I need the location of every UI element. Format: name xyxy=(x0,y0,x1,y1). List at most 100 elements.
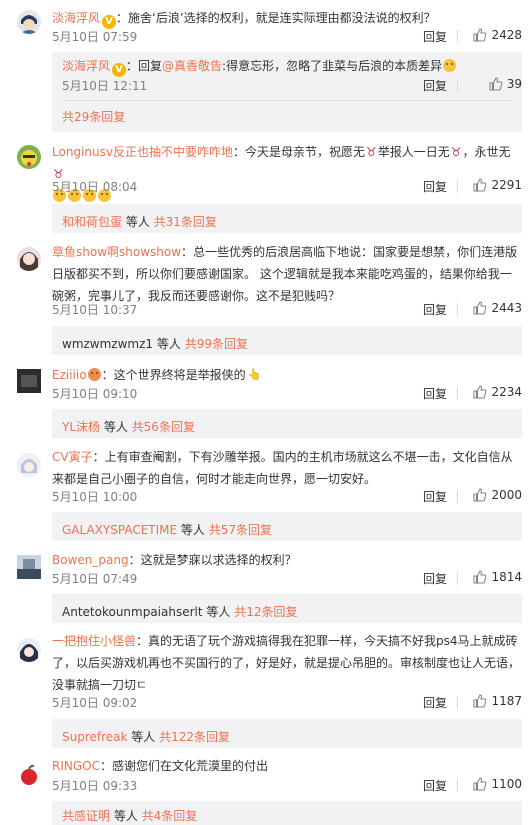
reply-user-link[interactable]: wmzwmzwmz1 xyxy=(62,337,153,351)
separator: ： xyxy=(99,759,112,773)
more-replies-box[interactable]: Suprefreak 等人 共122条回复 xyxy=(52,719,522,748)
reply-user-link[interactable]: Suprefreak xyxy=(62,730,127,744)
comment-date: 5月10日 10:00 xyxy=(52,490,138,504)
like-button[interactable]: 1187 xyxy=(473,694,522,708)
more-replies[interactable]: 共感证明 等人 共4条回复 xyxy=(62,807,197,824)
username-link[interactable]: RINGOC xyxy=(52,759,100,773)
reply-button[interactable]: 回复 xyxy=(423,694,447,711)
like-button[interactable]: 2234 xyxy=(473,385,522,399)
comment-date: 5月10日 09:10 xyxy=(52,387,138,401)
comment-date: 5月10日 10:37 xyxy=(52,303,138,317)
hand-icon: 👆 xyxy=(246,368,262,381)
sub-reply-meta: 5月10日 12:11 回复 39 xyxy=(62,77,522,95)
thumbs-up-icon xyxy=(473,301,487,315)
like-count: 2428 xyxy=(491,28,522,42)
like-button[interactable]: 1814 xyxy=(473,570,522,584)
comment-text: RINGOC：感谢您们在文化荒漠里的付出 xyxy=(52,755,522,777)
more-replies-link[interactable]: 共56条回复 xyxy=(132,420,195,434)
thumbs-up-icon xyxy=(473,694,487,708)
reply-prefix: ：回复 xyxy=(126,59,163,73)
divider xyxy=(457,387,458,400)
comment-text: 一把抱住小怪兽：真的无语了玩个游戏搞得我在犯罪一样，今天搞不好我ps4马上就成砖… xyxy=(52,630,522,696)
more-replies-box[interactable]: Antetokounmpaiahserlt 等人 共12条回复 xyxy=(52,594,522,623)
username-link[interactable]: 一把抱住小怪兽 xyxy=(52,634,136,648)
like-button[interactable]: 2428 xyxy=(473,28,522,42)
more-replies[interactable]: Antetokounmpaiahserlt 等人 共12条回复 xyxy=(62,603,298,620)
more-replies-link[interactable]: 共29条回复 xyxy=(62,110,125,124)
separator: ： xyxy=(128,553,141,567)
comment-body: 今天是母亲节，祝愿无 xyxy=(244,145,365,159)
separator: ： xyxy=(181,245,194,259)
comment-date: 5月10日 08:04 xyxy=(52,180,138,194)
username-link[interactable]: 章鱼show啊showshow xyxy=(52,245,181,259)
divider xyxy=(457,490,458,503)
more-replies-box[interactable]: 共感证明 等人 共4条回复 xyxy=(52,801,522,825)
comment-body-part: ，永世无 xyxy=(462,145,511,159)
reply-user-link[interactable]: 共感证明 xyxy=(62,809,110,823)
avatar[interactable] xyxy=(17,369,41,393)
reply-user-link[interactable]: 和和荷包蛋 xyxy=(62,215,122,229)
more-replies-link[interactable]: 共57条回复 xyxy=(209,523,272,537)
more-replies[interactable]: GALAXYSPACETIME 等人 共57条回复 xyxy=(62,521,272,538)
reply-user-link[interactable]: Antetokounmpaiahserlt xyxy=(62,605,203,619)
like-button[interactable]: 39 xyxy=(489,77,522,91)
more-replies-box[interactable]: GALAXYSPACETIME 等人 共57条回复 xyxy=(52,512,522,541)
more-replies-link[interactable]: 共122条回复 xyxy=(159,730,230,744)
more-replies-box[interactable]: 和和荷包蛋 等人 共31条回复 xyxy=(52,204,522,233)
comment-body: 上有审查阉割，下有沙雕举报。国内的主机市场就这么不堪一击，文化自信从来都是自己小… xyxy=(52,450,513,486)
more-replies[interactable]: YL沫杨 等人 共56条回复 xyxy=(62,418,195,435)
more-replies-link[interactable]: 共99条回复 xyxy=(185,337,248,351)
avatar[interactable] xyxy=(17,638,41,662)
reply-button[interactable]: 回复 xyxy=(423,488,447,505)
divider xyxy=(457,79,458,92)
avatar[interactable] xyxy=(17,145,41,169)
sub-reply-text: 淡海浮风 V ：回复@真香敬告:得意忘形，忽略了韭菜与后浪的本质差异 xyxy=(62,55,457,77)
like-count: 39 xyxy=(506,77,522,91)
reply-button[interactable]: 回复 xyxy=(423,777,447,794)
thumbs-up-icon xyxy=(473,777,487,791)
avatar[interactable] xyxy=(17,453,41,477)
more-replies-box[interactable]: YL沫杨 等人 共56条回复 xyxy=(52,409,522,438)
more-replies[interactable]: wmzwmzwmz1 等人 共99条回复 xyxy=(62,335,248,352)
ribbon-icon: ♉ xyxy=(450,145,462,159)
comment-text: CV寅子：上有审查阉割，下有沙雕举报。国内的主机市场就这么不堪一击，文化自信从来… xyxy=(52,446,522,490)
like-count: 1187 xyxy=(491,694,522,708)
username-link[interactable]: 淡海浮风 xyxy=(52,11,100,25)
comment-body: 这个世界终将是举报侠的 xyxy=(113,368,246,382)
more-replies-link[interactable]: 共12条回复 xyxy=(234,605,297,619)
avatar[interactable] xyxy=(17,555,41,579)
more-replies[interactable]: 共29条回复 xyxy=(62,108,125,125)
avatar[interactable] xyxy=(17,247,41,271)
divider xyxy=(457,696,458,709)
like-button[interactable]: 2000 xyxy=(473,488,522,502)
reply-button[interactable]: 回复 xyxy=(423,28,447,45)
reply-button[interactable]: 回复 xyxy=(423,77,447,94)
more-replies-link[interactable]: 共31条回复 xyxy=(154,215,217,229)
username-link[interactable]: 淡海浮风 xyxy=(62,59,110,73)
comment-meta: 5月10日 08:04 回复 2291 xyxy=(52,178,522,196)
reply-button[interactable]: 回复 xyxy=(423,301,447,318)
username-link[interactable]: Longinusv反正也抽不中要咋咋地 xyxy=(52,145,233,159)
reply-button[interactable]: 回复 xyxy=(423,178,447,195)
reply-button[interactable]: 回复 xyxy=(423,385,447,402)
more-label: 等人 xyxy=(153,337,185,351)
like-button[interactable]: 1100 xyxy=(473,777,522,791)
username-link[interactable]: Bowen_pang xyxy=(52,553,129,567)
more-replies[interactable]: Suprefreak 等人 共122条回复 xyxy=(62,728,230,745)
verified-badge-icon: V xyxy=(102,15,117,29)
reply-user-link[interactable]: YL沫杨 xyxy=(62,420,100,434)
reply-user-link[interactable]: GALAXYSPACETIME xyxy=(62,523,177,537)
like-button[interactable]: 2291 xyxy=(473,178,522,192)
mention-link[interactable]: @真香敬告 xyxy=(162,59,222,73)
more-replies[interactable]: 和和荷包蛋 等人 共31条回复 xyxy=(62,213,217,230)
verified-badge-icon: V xyxy=(112,63,127,77)
reply-button[interactable]: 回复 xyxy=(423,570,447,587)
avatar[interactable] xyxy=(17,10,41,34)
more-replies-link[interactable]: 共4条回复 xyxy=(142,809,198,823)
more-replies-box[interactable]: wmzwmzwmz1 等人 共99条回复 xyxy=(52,326,522,355)
username-link[interactable]: CV寅子 xyxy=(52,450,93,464)
comment-text: Bowen_pang：这就是梦寐以求选择的权利？ xyxy=(52,549,522,571)
username-link[interactable]: Eziiiio xyxy=(52,368,87,382)
like-button[interactable]: 2443 xyxy=(473,301,522,315)
avatar[interactable] xyxy=(17,763,41,787)
